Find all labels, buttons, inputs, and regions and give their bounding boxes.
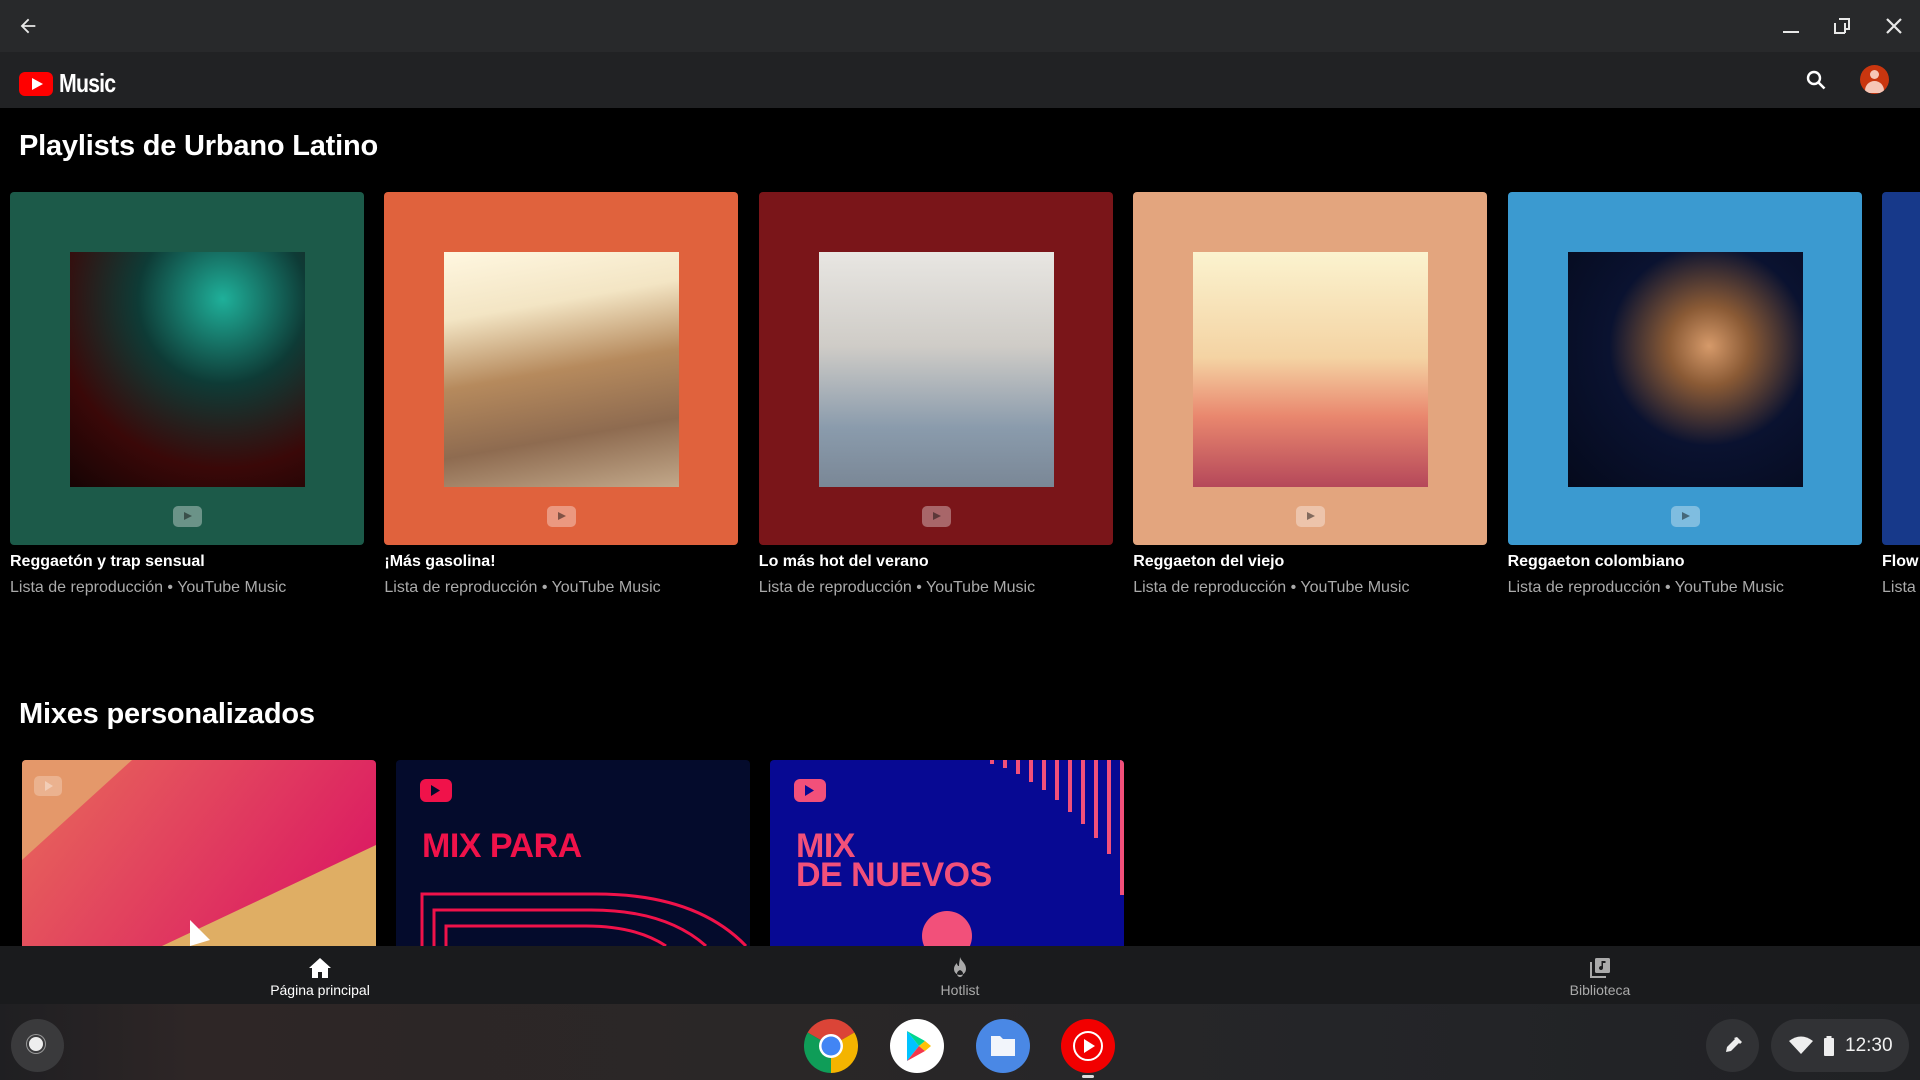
nav-item-home[interactable]: Página principal	[220, 946, 420, 1004]
nav-item-hotlist[interactable]: Hotlist	[860, 946, 1060, 1004]
close-icon	[1886, 18, 1902, 34]
youtube-badge-icon	[1670, 506, 1700, 527]
playlist-subtitle: Lista	[1882, 579, 1916, 596]
playlist-title[interactable]: Lo más hot del verano	[759, 553, 929, 571]
youtube-badge-icon	[547, 506, 577, 527]
arrow-left-icon	[20, 18, 36, 34]
battery-icon	[1824, 1035, 1834, 1056]
account-avatar-icon[interactable]	[1860, 65, 1889, 94]
fire-icon	[954, 957, 966, 977]
playlist-title[interactable]: Reggaetón y trap sensual	[10, 553, 205, 571]
mix-2-label: MIX PARA	[422, 827, 582, 865]
restore-icon	[1834, 18, 1850, 34]
youtube-music-icon	[1073, 1031, 1103, 1061]
playlist-card[interactable]	[10, 192, 364, 545]
shelf-app-youtube-music[interactable]	[1061, 1019, 1115, 1073]
back-button[interactable]	[12, 10, 44, 42]
playlist-card[interactable]	[1882, 192, 1920, 545]
shelf-app-play-store[interactable]	[890, 1019, 944, 1073]
playlist-subtitle: Lista de reproducción • YouTube Music	[758, 579, 1036, 596]
restore-button[interactable]	[1826, 10, 1858, 42]
playlist-cover-image	[70, 252, 305, 487]
mix-3-label: MIX DE NUEVOS	[796, 829, 992, 894]
playlist-card[interactable]	[758, 192, 1113, 545]
youtube-logo-icon	[19, 71, 53, 96]
youtube-music-logo[interactable]: Music	[19, 68, 128, 99]
status-area[interactable]: 12:30	[1771, 1019, 1909, 1072]
nav-label-hotlist: Hotlist	[940, 982, 980, 998]
play-store-icon	[907, 1031, 931, 1061]
mix-card-2[interactable]: MIX PARA	[396, 760, 750, 946]
search-icon	[1806, 70, 1826, 90]
youtube-badge-icon	[173, 506, 202, 527]
playlist-cover-image	[1567, 252, 1803, 487]
app-bar: Music	[0, 52, 1920, 108]
logo-text: Music	[59, 68, 116, 98]
youtube-badge-icon	[921, 506, 951, 527]
playlist-title[interactable]: Reggaeton colombiano	[1508, 553, 1685, 571]
playlist-subtitle: Lista de reproducción • YouTube Music	[384, 579, 661, 596]
youtube-badge-icon	[1296, 506, 1326, 527]
mix-3-label-line2: DE NUEVOS	[796, 856, 992, 894]
playlist-card[interactable]	[1507, 192, 1862, 545]
shelf-app-files[interactable]	[976, 1019, 1030, 1073]
section-title-mixes: Mixes personalizados	[19, 698, 315, 730]
nav-label-library: Biblioteca	[1569, 982, 1631, 998]
close-window-button[interactable]	[1878, 10, 1910, 42]
playlist-subtitle: Lista de reproducción • YouTube Music	[10, 579, 287, 596]
nav-item-library[interactable]: Biblioteca	[1500, 946, 1700, 1004]
playlist-cover-image	[1193, 252, 1429, 487]
playlist-title[interactable]: ¡Más gasolina!	[384, 553, 495, 571]
search-button[interactable]	[1800, 64, 1832, 96]
mix-card-1[interactable]	[22, 760, 376, 946]
playlist-cover-image	[818, 252, 1054, 487]
playlist-cover-image	[444, 252, 680, 487]
files-icon	[991, 1036, 1015, 1056]
playlist-card[interactable]	[384, 192, 739, 545]
chrome-icon	[803, 1019, 859, 1073]
library-music-icon	[1590, 958, 1610, 978]
system-shelf: 12:30	[0, 1004, 1920, 1080]
clock: 12:30	[1845, 1034, 1893, 1056]
bottom-navigation: Página principal Hotlist Biblioteca	[0, 946, 1920, 1004]
playlist-subtitle: Lista de reproducción • YouTube Music	[1507, 579, 1784, 596]
playlist-subtitle: Lista de reproducción • YouTube Music	[1133, 579, 1410, 596]
wifi-icon	[1789, 1036, 1813, 1054]
stylus-tools-button[interactable]	[1706, 1019, 1759, 1072]
playlist-title[interactable]: Reggaeton del viejo	[1133, 553, 1284, 571]
minimize-button[interactable]	[1775, 10, 1807, 42]
stylus-icon	[1725, 1036, 1742, 1052]
home-icon	[309, 958, 331, 978]
minimize-icon	[1783, 31, 1799, 33]
window-titlebar	[0, 0, 1920, 52]
playlist-card[interactable]	[1133, 192, 1488, 545]
active-app-indicator	[1082, 1075, 1094, 1078]
shelf-app-chrome[interactable]	[803, 1019, 859, 1073]
playlist-title[interactable]: Flow	[1882, 553, 1918, 571]
nav-label-home: Página principal	[270, 982, 370, 998]
mix-1-artwork	[22, 760, 376, 946]
launcher-button[interactable]	[11, 1019, 64, 1072]
mix-card-3[interactable]: MIX DE NUEVOS	[770, 760, 1124, 946]
section-title-playlists: Playlists de Urbano Latino	[19, 130, 378, 162]
